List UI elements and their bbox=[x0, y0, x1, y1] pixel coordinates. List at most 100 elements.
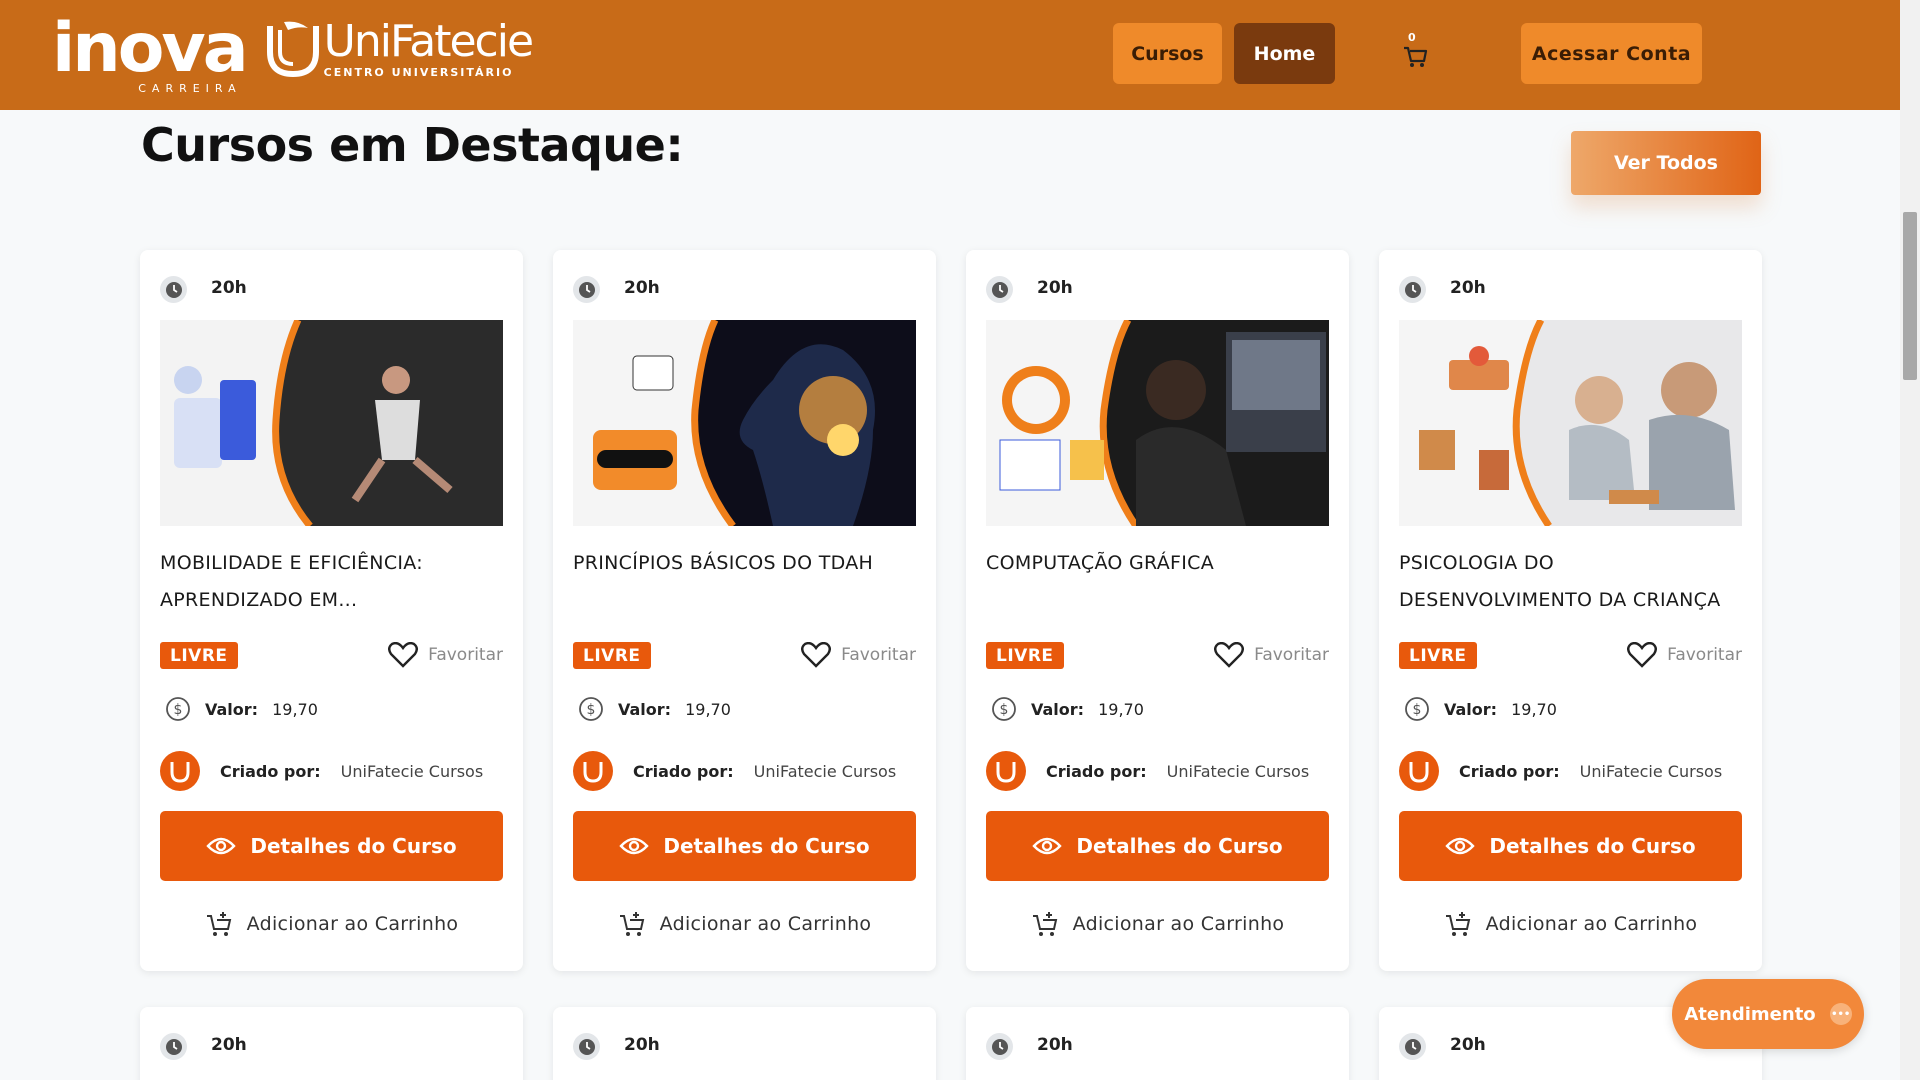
add-cart-icon bbox=[1032, 912, 1057, 936]
course-creator: Criado por: UniFatecie Cursos bbox=[1399, 751, 1722, 791]
account-login-button[interactable]: Acessar Conta bbox=[1521, 23, 1702, 84]
unifatecie-logo-sub: CENTRO UNIVERSITÁRIO bbox=[323, 65, 514, 79]
price-value: 19,70 bbox=[1098, 699, 1144, 719]
creator-label: Criado por: bbox=[633, 761, 734, 781]
course-thumbnail[interactable] bbox=[160, 320, 503, 526]
course-thumbnail[interactable] bbox=[573, 320, 916, 526]
add-to-cart-button[interactable]: Adicionar ao Carrinho bbox=[966, 910, 1349, 938]
course-title[interactable]: PRINCÍPIOS BÁSICOS DO TDAH bbox=[573, 545, 918, 582]
details-label: Detalhes do Curso bbox=[1076, 834, 1283, 858]
cart-count-badge: 0 bbox=[1408, 31, 1416, 44]
price-label: Valor: bbox=[1031, 699, 1085, 719]
course-card: 20h MOBILIDADE E EFICIÊNCIA: APRENDIZADO… bbox=[140, 250, 523, 971]
favorite-button[interactable]: Favoritar bbox=[801, 642, 916, 668]
favorite-button[interactable]: Favoritar bbox=[388, 642, 503, 668]
add-cart-label: Adicionar ao Carrinho bbox=[1072, 913, 1285, 935]
creator-label: Criado por: bbox=[1459, 761, 1560, 781]
course-badge-livre: LIVRE bbox=[160, 642, 238, 669]
course-thumbnail[interactable] bbox=[1399, 320, 1742, 526]
favorite-button[interactable]: Favoritar bbox=[1627, 642, 1742, 668]
dollar-icon: $ bbox=[992, 697, 1016, 721]
course-badge-livre: LIVRE bbox=[1399, 642, 1477, 669]
course-details-button[interactable]: Detalhes do Curso bbox=[986, 811, 1329, 881]
unifatecie-logo-word: UniFatecie bbox=[323, 15, 534, 67]
favorite-label: Favoritar bbox=[841, 645, 916, 665]
creator-name: UniFatecie Cursos bbox=[340, 761, 484, 781]
course-duration: 20h bbox=[1450, 1035, 1486, 1055]
dollar-icon: $ bbox=[579, 697, 603, 721]
course-badge-livre: LIVRE bbox=[573, 642, 651, 669]
unifatecie-u-icon bbox=[266, 21, 319, 78]
creator-label: Criado por: bbox=[220, 761, 321, 781]
course-creator: Criado por: UniFatecie Cursos bbox=[573, 751, 896, 791]
course-price: $ Valor: 19,70 bbox=[578, 696, 731, 722]
eye-icon bbox=[1032, 837, 1063, 855]
add-cart-label: Adicionar ao Carrinho bbox=[659, 913, 872, 935]
chat-support-label: Atendimento bbox=[1684, 1003, 1816, 1025]
course-creator: Criado por: UniFatecie Cursos bbox=[986, 751, 1309, 791]
inova-logo: inova CARREIRA bbox=[52, 15, 249, 96]
heart-icon bbox=[388, 642, 419, 668]
creator-name: UniFatecie Cursos bbox=[753, 761, 897, 781]
price-label: Valor: bbox=[618, 699, 672, 719]
favorite-label: Favoritar bbox=[1667, 645, 1742, 665]
course-details-button[interactable]: Detalhes do Curso bbox=[1399, 811, 1742, 881]
course-title[interactable]: PSICOLOGIA DO DESENVOLVIMENTO DA CRIANÇA bbox=[1399, 545, 1744, 619]
heart-icon bbox=[1214, 642, 1245, 668]
eye-icon bbox=[619, 837, 650, 855]
section-title: Cursos em Destaque: bbox=[141, 118, 684, 172]
creator-avatar bbox=[573, 751, 613, 791]
course-details-button[interactable]: Detalhes do Curso bbox=[160, 811, 503, 881]
clock-icon bbox=[1399, 1033, 1426, 1060]
add-to-cart-button[interactable]: Adicionar ao Carrinho bbox=[140, 910, 523, 938]
course-title[interactable]: MOBILIDADE E EFICIÊNCIA: APRENDIZADO EM.… bbox=[160, 545, 505, 619]
page-scrollbar[interactable] bbox=[1900, 0, 1920, 1080]
price-value: 19,70 bbox=[685, 699, 731, 719]
nav-cursos-button[interactable]: Cursos bbox=[1113, 23, 1222, 84]
course-card: 20h bbox=[966, 1007, 1349, 1080]
svg-text:$: $ bbox=[1000, 702, 1009, 718]
svg-text:$: $ bbox=[174, 702, 183, 718]
creator-label: Criado por: bbox=[1046, 761, 1147, 781]
add-to-cart-button[interactable]: Adicionar ao Carrinho bbox=[1379, 910, 1762, 938]
course-duration: 20h bbox=[211, 1035, 247, 1055]
clock-icon bbox=[160, 276, 187, 303]
scrollbar-thumb[interactable] bbox=[1903, 212, 1917, 380]
creator-name: UniFatecie Cursos bbox=[1166, 761, 1310, 781]
add-cart-icon bbox=[206, 912, 231, 936]
course-duration: 20h bbox=[1037, 1035, 1073, 1055]
creator-avatar bbox=[986, 751, 1026, 791]
clock-icon bbox=[1399, 276, 1426, 303]
dollar-icon: $ bbox=[166, 697, 190, 721]
svg-text:$: $ bbox=[1413, 702, 1422, 718]
details-label: Detalhes do Curso bbox=[250, 834, 457, 858]
course-duration: 20h bbox=[624, 278, 660, 298]
add-to-cart-button[interactable]: Adicionar ao Carrinho bbox=[553, 910, 936, 938]
course-title[interactable]: COMPUTAÇÃO GRÁFICA bbox=[986, 545, 1331, 582]
nav-home-button[interactable]: Home bbox=[1234, 23, 1335, 84]
inova-logo-sub: CARREIRA bbox=[138, 82, 242, 95]
course-price: $ Valor: 19,70 bbox=[165, 696, 318, 722]
creator-avatar bbox=[160, 751, 200, 791]
course-details-button[interactable]: Detalhes do Curso bbox=[573, 811, 916, 881]
price-label: Valor: bbox=[205, 699, 259, 719]
add-cart-label: Adicionar ao Carrinho bbox=[246, 913, 459, 935]
dollar-icon: $ bbox=[1405, 697, 1429, 721]
add-cart-label: Adicionar ao Carrinho bbox=[1485, 913, 1698, 935]
course-card: 20h PRINCÍPIOS BÁSICOS DO TDAH LIVRE Fav… bbox=[553, 250, 936, 971]
course-creator: Criado por: UniFatecie Cursos bbox=[160, 751, 483, 791]
course-price: $ Valor: 19,70 bbox=[991, 696, 1144, 722]
heart-icon bbox=[1627, 642, 1658, 668]
favorite-label: Favoritar bbox=[428, 645, 503, 665]
favorite-button[interactable]: Favoritar bbox=[1214, 642, 1329, 668]
course-badge-livre: LIVRE bbox=[986, 642, 1064, 669]
clock-icon bbox=[573, 276, 600, 303]
clock-icon bbox=[573, 1033, 600, 1060]
site-logo[interactable]: inova CARREIRA UniFatecie CENTRO UNIVERS… bbox=[52, 15, 534, 96]
clock-icon bbox=[986, 1033, 1013, 1060]
details-label: Detalhes do Curso bbox=[663, 834, 870, 858]
chat-support-button[interactable]: Atendimento ••• bbox=[1672, 979, 1864, 1049]
course-thumbnail[interactable] bbox=[986, 320, 1329, 526]
ver-todos-button[interactable]: Ver Todos bbox=[1571, 131, 1761, 195]
clock-icon bbox=[160, 1033, 187, 1060]
